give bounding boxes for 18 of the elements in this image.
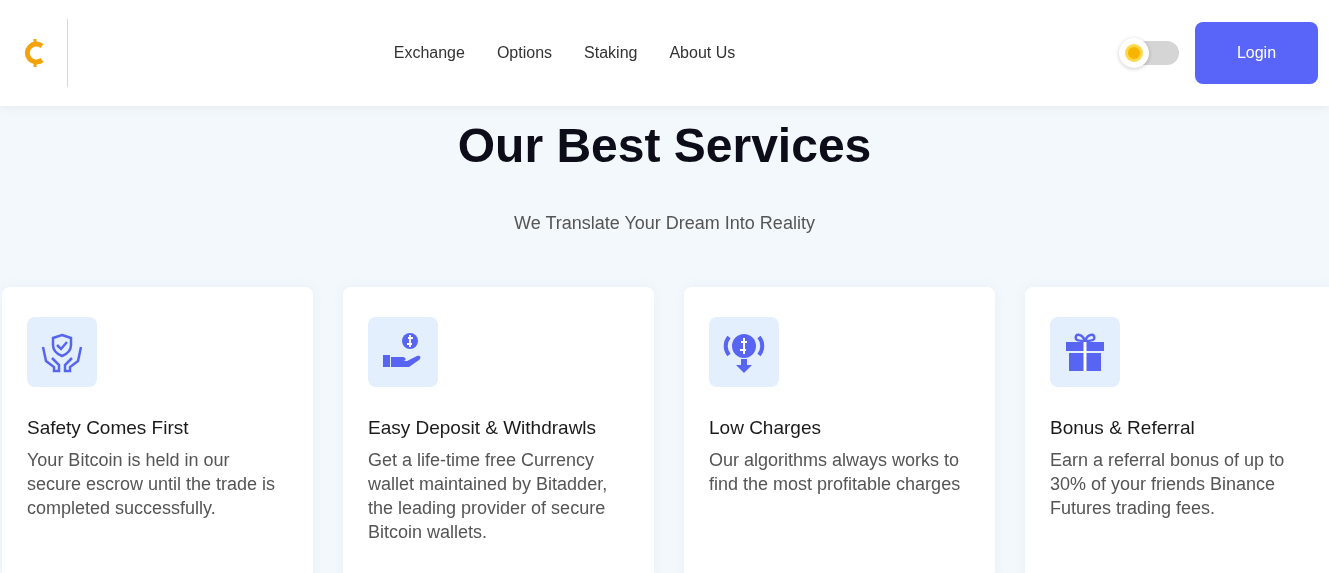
nav-link[interactable]: Staking — [584, 44, 638, 62]
service-description: Earn a referral bonus of up to 30% of your friends Binance Futures trading fees. — [1050, 449, 1286, 520]
section-title: Our Best Services — [457, 118, 872, 173]
sun-icon — [1123, 42, 1145, 64]
service-description: Your Bitcoin is held in our secure escrow until the trade is completed successfully. — [27, 449, 277, 520]
nav-link[interactable]: Options — [496, 44, 553, 62]
service-description: Get a life-time free Currency wallet maintained by Bitadder, the leading provider of secure Bitcoin wallets. — [368, 449, 609, 544]
theme-toggle[interactable] — [1121, 41, 1179, 65]
service-title: Bonus & Referral — [1050, 417, 1196, 439]
section-subtitle: We Translate Your Dream Into Reality — [514, 213, 815, 234]
service-description: Our algorithms always works to find the most profitable charges — [709, 449, 962, 496]
service-title: Safety Comes First — [27, 417, 190, 439]
nav-link[interactable]: Exchange — [393, 44, 465, 62]
service-title: Low Charges — [709, 417, 822, 439]
service-title: Easy Deposit & Withdrawls — [368, 417, 598, 439]
login-button[interactable]: Login — [1195, 22, 1318, 84]
logo-icon[interactable] — [24, 37, 46, 69]
nav-link[interactable]: About Us — [669, 44, 736, 62]
